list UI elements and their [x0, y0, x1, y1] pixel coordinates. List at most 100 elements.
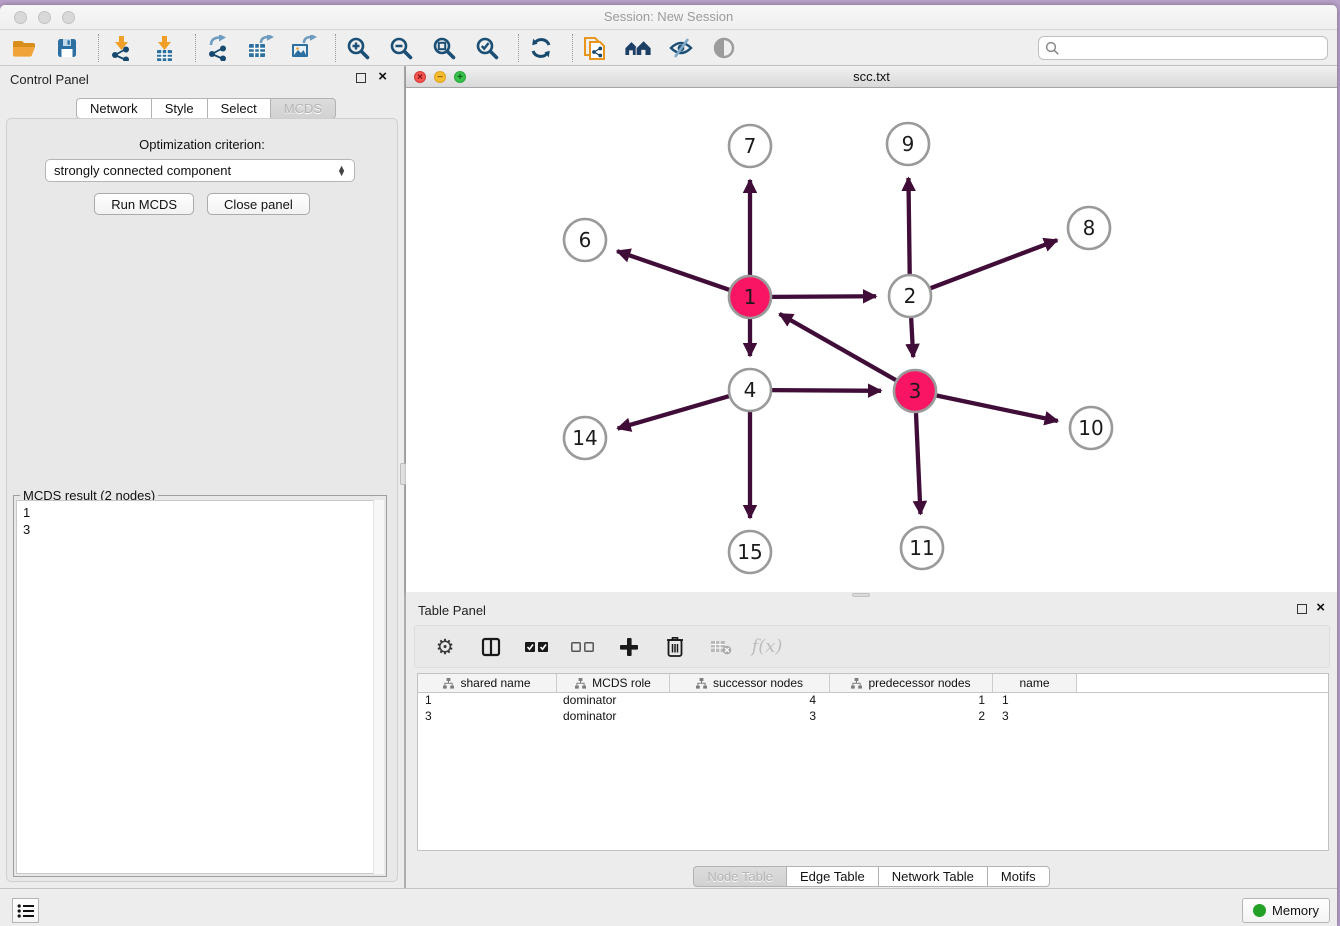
- close-panel-button[interactable]: Close panel: [207, 193, 310, 215]
- table-cell[interactable]: 1: [830, 693, 993, 709]
- optimization-criterion-label: Optimization criterion:: [7, 137, 397, 152]
- session-title: Session: New Session: [0, 9, 1337, 24]
- table-cell[interactable]: 1: [418, 693, 557, 709]
- graph-edge-3-1[interactable]: [780, 314, 896, 380]
- import-network-icon[interactable]: [107, 34, 135, 62]
- graph-edge-1-2[interactable]: [772, 296, 876, 297]
- column-header-shared-name[interactable]: shared name: [418, 674, 557, 692]
- zoom-selected-icon[interactable]: [473, 34, 501, 62]
- apply-preferred-layout-icon[interactable]: [527, 34, 555, 62]
- graph-edge-2-3[interactable]: [911, 318, 913, 357]
- toolbar-separator: [572, 34, 573, 62]
- float-panel-icon[interactable]: [356, 73, 366, 83]
- zoom-out-icon[interactable]: [387, 34, 415, 62]
- graph-node-label-1: 1: [744, 285, 757, 309]
- dropdown-stepper-icon: ▲▼: [337, 166, 346, 176]
- import-table-icon[interactable]: [150, 34, 178, 62]
- graph-node-label-7: 7: [744, 134, 757, 158]
- function-builder-icon[interactable]: f(x): [755, 635, 779, 659]
- table-cell[interactable]: dominator: [557, 709, 670, 725]
- graph-edge-1-6[interactable]: [617, 251, 729, 290]
- graph-edge-2-8[interactable]: [931, 240, 1058, 288]
- toolbar-separator: [518, 34, 519, 62]
- zoom-in-icon[interactable]: [344, 34, 372, 62]
- table-cell[interactable]: 2: [830, 709, 993, 725]
- column-header-mcds-role[interactable]: MCDS role: [557, 674, 670, 692]
- table-panel-tabs: Node TableEdge TableNetwork TableMotifs: [406, 866, 1337, 887]
- first-neighbors-icon[interactable]: [624, 34, 652, 62]
- list-icon: [17, 903, 35, 919]
- tab-network-table[interactable]: Network Table: [879, 866, 988, 887]
- save-session-icon[interactable]: [53, 34, 81, 62]
- table-cell[interactable]: 3: [418, 709, 557, 725]
- toolbar-separator: [335, 34, 336, 62]
- table-row[interactable]: 3dominator323: [418, 709, 1328, 725]
- tab-network[interactable]: Network: [76, 98, 152, 119]
- delete-column-icon[interactable]: [663, 635, 687, 659]
- memory-label: Memory: [1272, 903, 1319, 918]
- tab-edge-table[interactable]: Edge Table: [787, 866, 879, 887]
- task-history-button[interactable]: [12, 898, 39, 923]
- graph-svg[interactable]: 1234678910111415: [406, 88, 1337, 592]
- table-cell[interactable]: 3: [670, 709, 830, 725]
- table-cell[interactable]: 3: [993, 709, 1077, 725]
- export-image-icon[interactable]: [290, 34, 318, 62]
- graph-edge-4-14[interactable]: [618, 396, 729, 428]
- network-window-titlebar: × − + scc.txt: [406, 66, 1337, 88]
- column-header-label: predecessor nodes: [868, 676, 970, 690]
- graph-node-label-6: 6: [579, 228, 592, 252]
- column-header-predecessor-nodes[interactable]: predecessor nodes: [830, 674, 993, 692]
- select-all-columns-icon[interactable]: [525, 635, 549, 659]
- tree-hierarchy-icon: [696, 678, 707, 689]
- graph-node-label-8: 8: [1083, 216, 1096, 240]
- toggle-columns-icon[interactable]: [479, 635, 503, 659]
- table-settings-icon[interactable]: ⚙: [433, 635, 457, 659]
- run-mcds-button[interactable]: Run MCDS: [94, 193, 194, 215]
- tab-motifs[interactable]: Motifs: [988, 866, 1050, 887]
- memory-button[interactable]: Memory: [1242, 898, 1330, 923]
- hide-selected-icon[interactable]: [667, 34, 695, 62]
- search-input[interactable]: [1064, 39, 1327, 57]
- delete-table-icon[interactable]: [709, 635, 733, 659]
- table-cell[interactable]: dominator: [557, 693, 670, 709]
- table-cell[interactable]: 4: [670, 693, 830, 709]
- graph-edge-3-10[interactable]: [937, 396, 1058, 421]
- control-panel-header: Control Panel ×: [0, 66, 404, 92]
- close-table-panel-icon[interactable]: ×: [1316, 600, 1325, 616]
- close-panel-icon[interactable]: ×: [378, 69, 387, 85]
- add-column-icon[interactable]: [617, 635, 641, 659]
- export-table-icon[interactable]: [247, 34, 275, 62]
- node-table: shared name MCDS rolesuccessor nodes prede…: [417, 673, 1329, 851]
- show-all-icon[interactable]: [710, 34, 738, 62]
- tab-node-table[interactable]: Node Table: [693, 866, 787, 887]
- table-panel-title: Table Panel: [418, 603, 486, 618]
- tab-mcds[interactable]: MCDS: [271, 98, 336, 119]
- unselect-all-columns-icon[interactable]: [571, 635, 595, 659]
- graph-edge-4-3[interactable]: [772, 390, 881, 391]
- table-panel-header: Table Panel ×: [406, 597, 1337, 623]
- network-canvas[interactable]: 1234678910111415: [406, 88, 1337, 592]
- open-session-icon[interactable]: [10, 34, 38, 62]
- main-toolbar: [0, 31, 1337, 66]
- column-header-name[interactable]: name: [993, 674, 1077, 692]
- tab-select[interactable]: Select: [208, 98, 271, 119]
- graph-edge-3-11[interactable]: [916, 413, 921, 514]
- criterion-dropdown[interactable]: strongly connected component ▲▼: [45, 159, 355, 182]
- table-cell[interactable]: 1: [993, 693, 1077, 709]
- application-window: Session: New Session: [0, 5, 1337, 926]
- export-network-icon[interactable]: [204, 34, 232, 62]
- status-bar: Memory: [0, 888, 1337, 926]
- column-header-successor-nodes[interactable]: successor nodes: [670, 674, 830, 692]
- control-panel-tabs: NetworkStyleSelectMCDS: [76, 98, 336, 119]
- zoom-fit-icon[interactable]: [430, 34, 458, 62]
- column-header-label: shared name: [460, 676, 530, 690]
- control-panel: Control Panel × NetworkStyleSelectMCDS O…: [0, 66, 404, 888]
- mcds-result-text[interactable]: 1 3: [16, 500, 384, 874]
- tab-style[interactable]: Style: [152, 98, 208, 119]
- float-table-panel-icon[interactable]: [1297, 604, 1307, 614]
- graph-edge-2-9[interactable]: [908, 178, 909, 274]
- network-view-window: × − + scc.txt 1234678910111415: [406, 66, 1337, 592]
- table-row[interactable]: 1dominator411: [418, 693, 1328, 709]
- duplicate-network-icon[interactable]: [581, 34, 609, 62]
- result-scrollbar[interactable]: [373, 500, 384, 874]
